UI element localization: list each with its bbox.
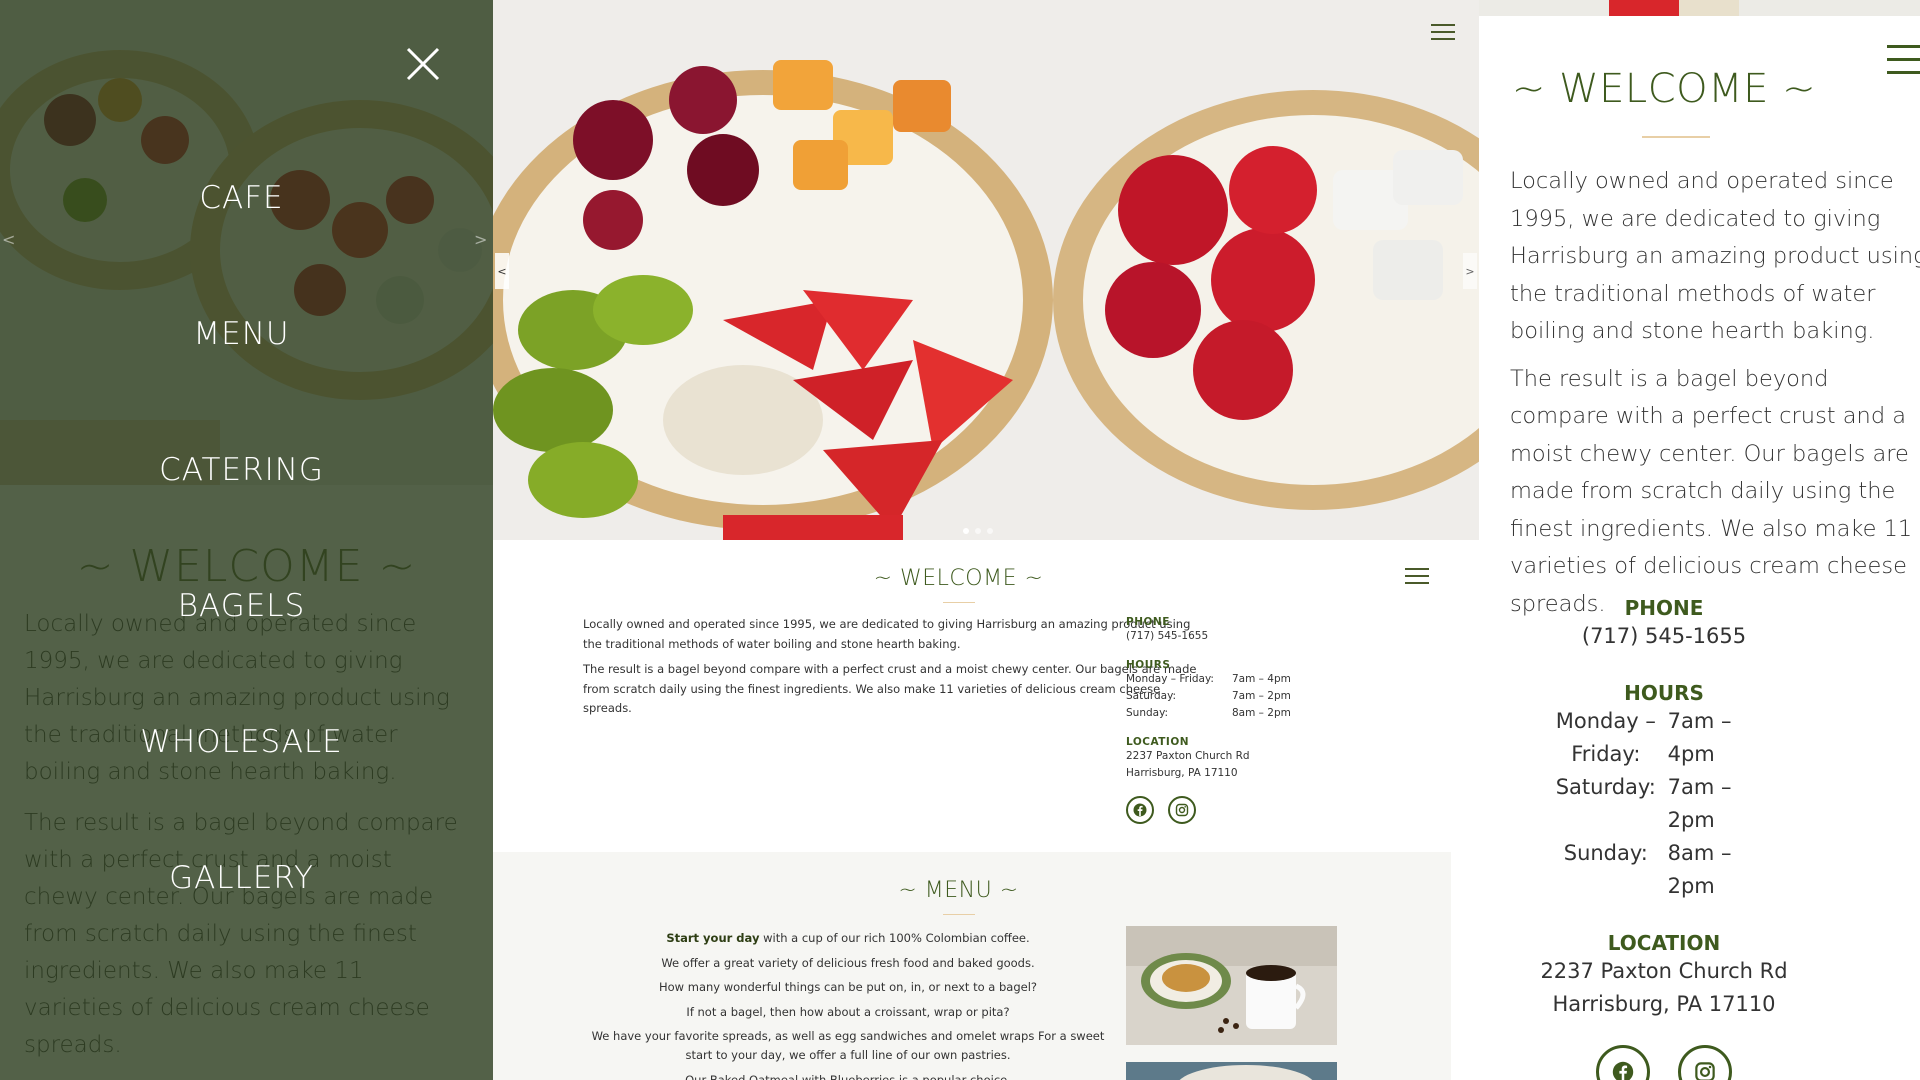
address-line-1: 2237 Paxton Church Rd [1126,750,1250,762]
social-links [1126,796,1346,824]
welcome-title: ~ WELCOME ~ [1511,66,1817,112]
hamburger-menu-icon[interactable] [1431,24,1455,42]
hours-heading: HOURS [1624,681,1704,705]
hours-time: 7am – 4pm [1667,709,1732,766]
menu-title: ~ MENU ~ [898,878,1019,903]
carousel-dots [963,528,993,534]
hours-row: Monday – Friday: 7am – 4pm [1544,705,1784,771]
nav-item-gallery[interactable]: GALLERY [0,860,483,896]
hamburger-menu-icon[interactable] [1405,568,1429,586]
instagram-icon[interactable] [1678,1045,1732,1080]
social-links [1479,1045,1849,1080]
hours-row: Sunday: 8am – 2pm [1126,705,1346,722]
menu-line-rest: with a cup of our rich 100% Colombian co… [759,931,1030,945]
nav-overlay: < > CAFE MENU CATERING BAGELS WHOLESALE … [0,0,493,1080]
mobile-nav-view: ~ WELCOME ~ Locally owned and operated s… [0,0,493,1080]
address-line-2: Harrisburg, PA 17110 [1552,992,1776,1016]
food-photo [1126,1062,1337,1080]
hours-day: Monday – Friday: [1555,709,1656,766]
phone-number[interactable]: (717) 545-1655 [1126,628,1346,645]
phone-heading: PHONE [1624,596,1704,620]
title-divider [943,602,975,603]
title-divider [943,914,975,915]
hours-row: Saturday: 7am – 2pm [1544,771,1784,837]
hero-image [493,0,1479,540]
address-line-1: 2237 Paxton Church Rd [1540,959,1788,983]
hours-heading: HOURS [1126,659,1171,671]
phone-heading: PHONE [1126,616,1170,628]
welcome-paragraph-1: Locally owned and operated since 1995, w… [1510,168,1920,344]
hours-time: 7am – 2pm [1232,690,1291,702]
welcome-paragraph-2: The result is a bagel beyond compare wit… [583,662,1197,715]
menu-text: Start your day with a cup of our rich 10… [583,926,1113,1080]
nav-item-wholesale[interactable]: WHOLESALE [0,724,483,760]
carousel-next-icon[interactable]: > [474,230,487,249]
menu-line: We have your favorite spreads, as well a… [591,1029,1105,1062]
hours-time: 7am – 4pm [1232,673,1291,685]
menu-line-bold: Start your day [666,931,760,945]
hero-image [1479,0,1920,16]
location-heading: LOCATION [1607,931,1721,955]
carousel-next-button[interactable]: > [1463,253,1477,289]
nav-item-bagels[interactable]: BAGELS [0,588,483,624]
menu-section: ~ MENU ~ Start your day with a cup of ou… [493,852,1451,1080]
hours-day: Sunday: [1563,841,1648,865]
hours-row: Saturday: 7am – 2pm [1126,688,1346,705]
instagram-icon[interactable] [1168,796,1196,824]
menu-line: If not a bagel, then how about a croissa… [686,1004,1010,1019]
facebook-icon[interactable] [1126,796,1154,824]
nav-item-menu[interactable]: MENU [0,316,483,352]
contact-info: PHONE (717) 545-1655 HOURS Monday – Frid… [1479,596,1849,1080]
welcome-paragraph-2: The result is a bagel beyond compare wit… [1510,365,1913,617]
mobile-content-view: ~ WELCOME ~ Locally owned and operated s… [1479,0,1920,1080]
carousel-dot[interactable] [987,528,993,534]
phone-number[interactable]: (717) 545-1655 [1479,620,1849,653]
welcome-paragraph-1: Locally owned and operated since 1995, w… [583,617,1191,651]
nav-item-catering[interactable]: CATERING [0,452,483,488]
carousel-prev-button[interactable]: < [495,253,509,289]
hours-day: Saturday: [1555,775,1656,799]
nav-item-cafe[interactable]: CAFE [0,180,483,216]
menu-line: Our Baked Oatmeal with Blueberries is a … [685,1073,1011,1080]
welcome-title: ~ WELCOME ~ [873,566,1044,591]
coffee-pastry-photo [1126,926,1337,1045]
hours-day: Sunday: [1126,707,1169,719]
carousel-prev-icon[interactable]: < [2,230,15,249]
menu-line: How many wonderful things can be put on,… [659,980,1037,994]
hours-row: Monday – Friday: 7am – 4pm [1126,671,1346,688]
contact-info: PHONE (717) 545-1655 HOURS Monday – Frid… [1126,616,1346,824]
hours-time: 8am – 2pm [1232,707,1291,719]
close-icon[interactable] [404,45,442,83]
hamburger-menu-icon[interactable] [1887,45,1920,77]
hours-table: Monday – Friday: 7am – 4pm Saturday: 7am… [1544,705,1784,903]
menu-line: We offer a great variety of delicious fr… [661,955,1035,970]
hours-time: 7am – 2pm [1667,775,1732,832]
hours-day: Saturday: [1126,690,1177,702]
welcome-text: Locally owned and operated since 1995, w… [583,615,1203,719]
address-line-2: Harrisburg, PA 17110 [1126,767,1238,779]
welcome-text: Locally owned and operated since 1995, w… [1510,163,1920,623]
hours-time: 8am – 2pm [1667,841,1732,898]
desktop-view: < > ~ WELCOME ~ Locally owned and operat… [493,0,1479,1080]
menu-line: Start your day with a cup of our rich 10… [583,926,1113,951]
title-divider [1642,136,1710,138]
facebook-icon[interactable] [1596,1045,1650,1080]
carousel-dot[interactable] [975,528,981,534]
carousel-dot[interactable] [963,528,969,534]
hours-row: Sunday: 8am – 2pm [1544,837,1784,903]
location-heading: LOCATION [1126,736,1190,748]
hours-day: Monday – Friday: [1126,673,1214,685]
